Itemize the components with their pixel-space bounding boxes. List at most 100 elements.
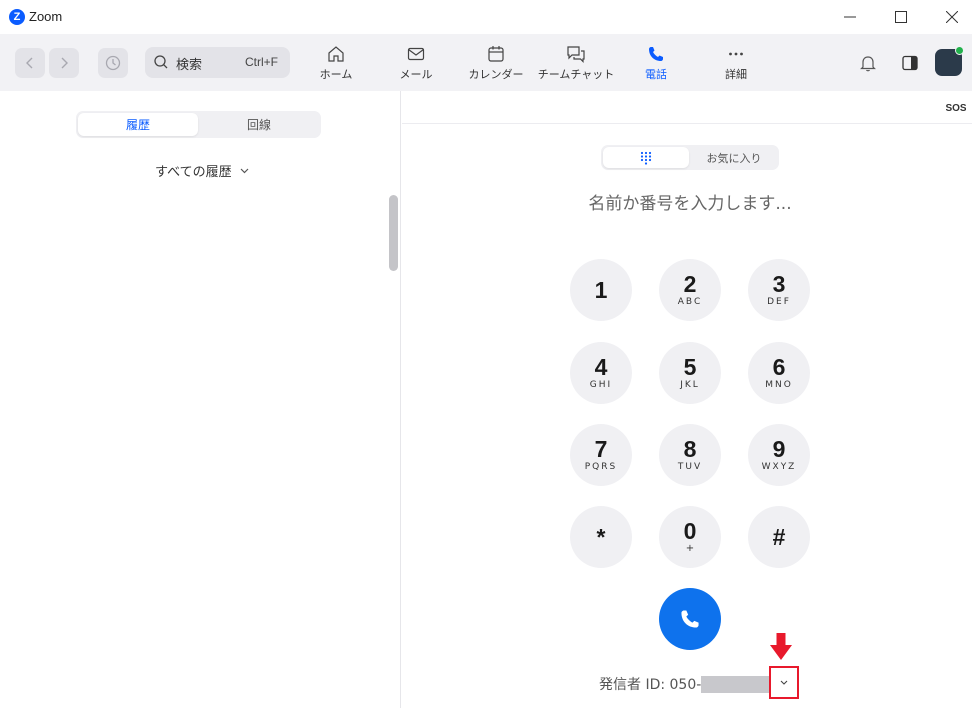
segment-lines[interactable]: 回線 [199,113,319,136]
tab-calendar[interactable]: カレンダー [456,45,536,85]
phone-icon [649,47,663,61]
key-letters: DEF [767,297,791,307]
key-digit: 6 [772,354,786,380]
segment-history[interactable]: 履歴 [78,113,198,136]
key-letters: PQRS [584,462,618,472]
key-digit: * [596,524,606,550]
search-label: 検索 [176,58,203,73]
history-clock-icon [105,55,121,71]
key-letters: MNO [765,380,793,390]
forward-button[interactable] [49,48,79,78]
key-digit: # [772,524,786,550]
key-3[interactable]: 3 DEF [748,259,810,321]
home-icon [328,46,344,62]
caller-id-dropdown-button[interactable] [769,666,799,699]
key-7[interactable]: 7 PQRS [570,424,632,486]
key-hash[interactable]: # [748,506,810,568]
key-letters: ABC [677,297,703,307]
calendar-icon [488,46,504,62]
key-5[interactable]: 5 JKL [659,342,721,404]
key-digit: 0 [683,518,697,544]
tab-phone[interactable]: 電話 [616,45,696,85]
key-9[interactable]: 9 WXYZ [748,424,810,486]
key-digit: 2 [683,271,697,297]
title-bar: Z Zoom [0,0,972,34]
key-digit: 7 [594,436,608,462]
key-star[interactable]: * [570,506,632,568]
key-digit: 3 [772,271,786,297]
sos-label: SOS [946,103,966,114]
tab-mail[interactable]: メール [376,45,456,85]
minimize-button[interactable] [824,0,876,34]
number-input[interactable]: 名前か番号を入力します... [402,189,972,214]
zoom-logo-icon: Z [9,9,25,25]
tab-mail-label: メール [399,68,433,81]
dialer-subtoolbar: SOS [402,91,972,124]
side-panel-icon [902,55,918,71]
sos-icon[interactable]: SOS [946,100,966,114]
caller-id-redacted-number [701,675,770,693]
segment-favorites[interactable]: お気に入り [691,147,777,168]
bell-icon [860,56,876,72]
mail-icon [407,47,425,61]
tab-more-label: 詳細 [725,68,747,81]
call-button[interactable] [659,588,721,650]
history-filter-label: すべての履歴 [155,165,232,180]
caller-id: 発信者 ID: 050- [599,674,770,694]
close-icon [946,11,958,23]
status-online-indicator [955,46,964,55]
maximize-icon [895,11,907,23]
key-digit: 9 [772,436,786,462]
tab-home-label: ホーム [319,68,353,81]
tab-more[interactable]: 詳細 [696,45,776,85]
tab-team-chat-label: チームチャット [537,68,615,81]
side-panel-toggle-button[interactable] [897,50,923,76]
notifications-button[interactable] [855,50,881,76]
history-lines-segmented-control: 履歴 回線 [76,111,321,138]
key-6[interactable]: 6 MNO [748,342,810,404]
tab-home[interactable]: ホーム [296,45,376,85]
phone-call-icon [681,610,699,628]
key-4[interactable]: 4 GHI [570,342,632,404]
keypad-icon [640,151,652,165]
key-letters: + [685,543,695,554]
chevron-down-icon [780,680,788,685]
chat-icon [567,46,585,63]
caller-id-label: 発信者 ID: 050- [599,677,702,693]
key-digit: 5 [683,354,697,380]
key-letters: GHI [589,380,613,390]
key-8[interactable]: 8 TUV [659,424,721,486]
history-panel: 履歴 回線 すべての履歴 [0,91,401,708]
key-0[interactable]: 0 + [659,506,721,568]
chevron-down-icon [240,168,249,173]
dialer-panel: SOS お気に入り 名前か番号を入力します... 1 2 ABC 3 DEF 4 [402,91,972,708]
key-1[interactable]: 1 [570,259,632,321]
window-title: Zoom [29,9,63,24]
chevron-right-icon [61,57,68,69]
key-digit: 8 [683,436,697,462]
key-letters: JKL [680,380,700,390]
history-button[interactable] [98,48,128,78]
main-toolbar: 検索 Ctrl+F ホーム メール カレンダー チームチャット 電話 詳細 [0,34,972,91]
segment-keypad[interactable] [603,147,689,168]
search-icon [154,55,168,69]
back-button[interactable] [15,48,45,78]
chevron-left-icon [26,57,33,69]
history-filter-dropdown[interactable]: すべての履歴 [155,161,249,180]
search-box[interactable]: 検索 Ctrl+F [145,47,290,78]
red-arrow-down-icon [770,633,792,660]
tab-team-chat[interactable]: チームチャット [536,45,616,85]
tab-calendar-label: カレンダー [468,68,524,81]
close-button[interactable] [926,0,972,34]
more-icon [729,52,743,56]
tab-phone-label: 電話 [645,68,667,81]
maximize-button[interactable] [875,0,927,34]
key-letters: WXYZ [761,462,797,472]
minimize-icon [844,16,856,18]
dialer-segmented-control: お気に入り [601,145,779,170]
key-digit: 4 [594,354,608,380]
key-2[interactable]: 2 ABC [659,259,721,321]
key-letters: TUV [677,462,703,472]
history-scrollbar[interactable] [389,195,398,271]
search-shortcut: Ctrl+F [245,55,278,69]
